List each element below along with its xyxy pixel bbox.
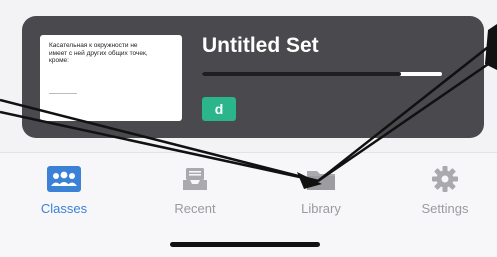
set-card[interactable]: Касательная к окружности не имеет с ней … (22, 16, 484, 138)
tab-label: Recent (174, 201, 216, 216)
folder-icon (303, 163, 339, 195)
content-area: Касательная к окружности не имеет с ней … (0, 0, 497, 152)
set-thumbnail[interactable]: Касательная к окружности не имеет с ней … (40, 35, 182, 121)
progress-fill (202, 72, 402, 76)
tab-label: Settings (421, 201, 469, 216)
gear-icon (427, 163, 463, 195)
inbox-tray-icon (177, 163, 213, 195)
progress-bar (202, 72, 442, 76)
home-indicator[interactable] (170, 242, 320, 247)
tab-classes[interactable]: Classes (9, 163, 119, 223)
classes-icon (46, 163, 82, 195)
thumbnail-divider (49, 93, 77, 94)
tab-settings[interactable]: Settings (390, 163, 497, 223)
status-badge[interactable]: d (202, 97, 236, 121)
set-title: Untitled Set (202, 34, 319, 57)
tab-label: Classes (40, 201, 88, 216)
thumbnail-text: Касательная к окружности не имеет с ней … (49, 42, 148, 64)
tab-label: Library (301, 201, 341, 216)
tab-recent[interactable]: Recent (140, 163, 250, 223)
tab-library[interactable]: Library (266, 163, 376, 223)
